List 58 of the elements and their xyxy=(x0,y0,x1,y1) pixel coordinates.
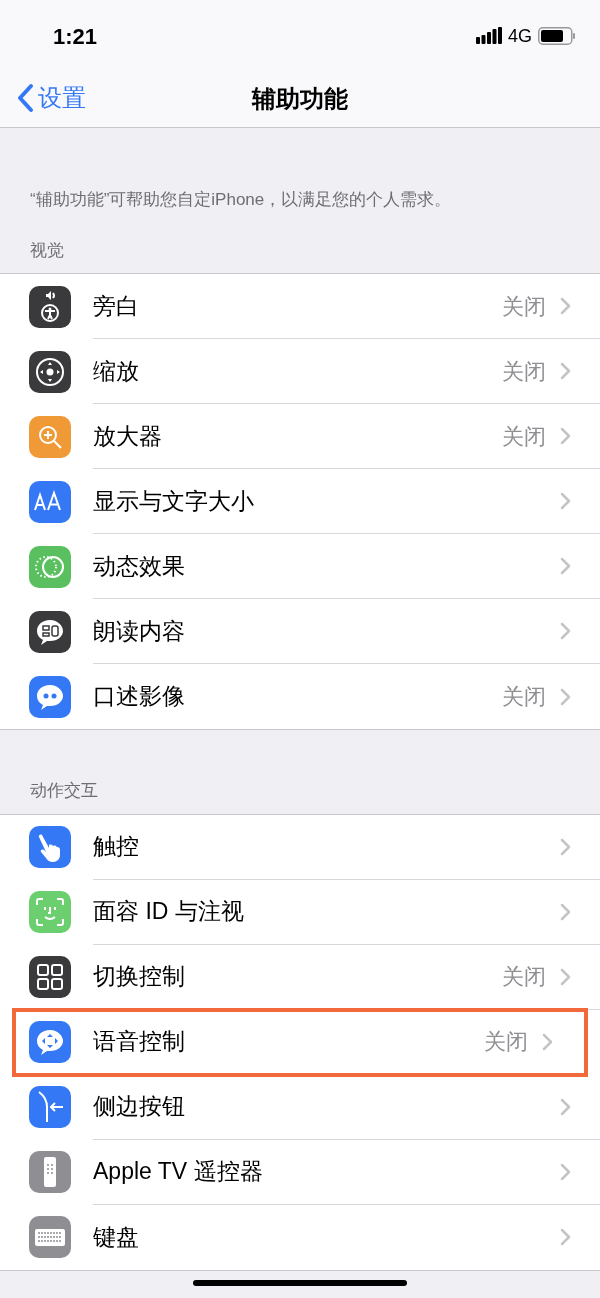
settings-row[interactable]: 切换控制 关闭 xyxy=(0,944,600,1010)
row-label: 放大器 xyxy=(93,421,163,451)
row-label: 动态效果 xyxy=(93,551,186,581)
settings-row[interactable]: Apple TV 遥控器 xyxy=(0,1139,600,1205)
settings-row[interactable]: 触控 xyxy=(0,814,600,880)
chevron-icon xyxy=(560,837,571,856)
row-label: 旁白 xyxy=(93,291,140,321)
row-value: 关闭 xyxy=(502,292,546,321)
row-label: 切换控制 xyxy=(93,962,186,992)
chevron-icon xyxy=(560,1097,571,1116)
row-value: 关闭 xyxy=(502,357,546,386)
chevron-icon xyxy=(560,297,571,315)
row-label: Apple TV 遥控器 xyxy=(93,1157,264,1187)
row-label: 缩放 xyxy=(93,356,140,386)
description: “辅助功能”可帮助您自定iPhone，以满足您的个人需求。 xyxy=(30,189,453,211)
settings-row[interactable]: 动态效果 xyxy=(0,534,600,599)
section-header: 动作交互 xyxy=(30,781,98,800)
row-label: 朗读内容 xyxy=(93,616,186,646)
signal-icon xyxy=(476,27,502,45)
page-title: 辅助功能 xyxy=(252,83,348,114)
settings-row[interactable]: 显示与文字大小 xyxy=(0,469,600,534)
chevron-icon xyxy=(560,902,571,921)
chevron-icon xyxy=(560,687,571,706)
settings-row[interactable]: 口述影像 关闭 xyxy=(0,664,600,729)
chevron-icon xyxy=(560,557,571,575)
chevron-icon xyxy=(560,1228,571,1246)
battery-icon xyxy=(538,27,576,45)
settings-row[interactable]: 键盘 xyxy=(0,1204,600,1270)
settings-row[interactable]: 朗读内容 xyxy=(0,599,600,664)
chevron-icon xyxy=(560,1162,571,1181)
back-chevron-icon xyxy=(16,83,34,113)
row-label: 键盘 xyxy=(93,1222,140,1252)
settings-row[interactable]: 旁白 关闭 xyxy=(0,274,600,339)
chevron-icon xyxy=(560,967,571,986)
status-time: 1:21 xyxy=(53,22,98,51)
network-type: 4G xyxy=(508,24,532,48)
row-label: 显示与文字大小 xyxy=(93,486,255,516)
chevron-icon xyxy=(560,492,571,510)
settings-row[interactable]: 缩放 关闭 xyxy=(0,339,600,404)
chevron-icon xyxy=(542,1032,553,1051)
row-value: 关闭 xyxy=(502,683,546,711)
back-button[interactable]: 设置 xyxy=(16,80,86,116)
settings-row[interactable]: 侧边按钮 xyxy=(0,1074,600,1140)
section-header: 视觉 xyxy=(30,240,64,260)
row-label: 触控 xyxy=(93,832,140,862)
chevron-icon xyxy=(560,427,571,445)
row-label: 面容 ID 与注视 xyxy=(93,897,245,927)
chevron-icon xyxy=(560,362,571,380)
settings-row[interactable]: 语音控制 关闭 xyxy=(14,1009,586,1075)
row-value: 关闭 xyxy=(484,1028,528,1056)
chevron-icon xyxy=(560,622,571,640)
row-label: 侧边按钮 xyxy=(93,1092,186,1122)
settings-row[interactable]: 面容 ID 与注视 xyxy=(0,879,600,945)
settings-row[interactable]: 放大器 关闭 xyxy=(0,404,600,469)
row-value: 关闭 xyxy=(502,422,546,451)
row-label: 语音控制 xyxy=(93,1027,186,1057)
row-value: 关闭 xyxy=(502,963,546,991)
row-label: 口述影像 xyxy=(93,682,186,712)
